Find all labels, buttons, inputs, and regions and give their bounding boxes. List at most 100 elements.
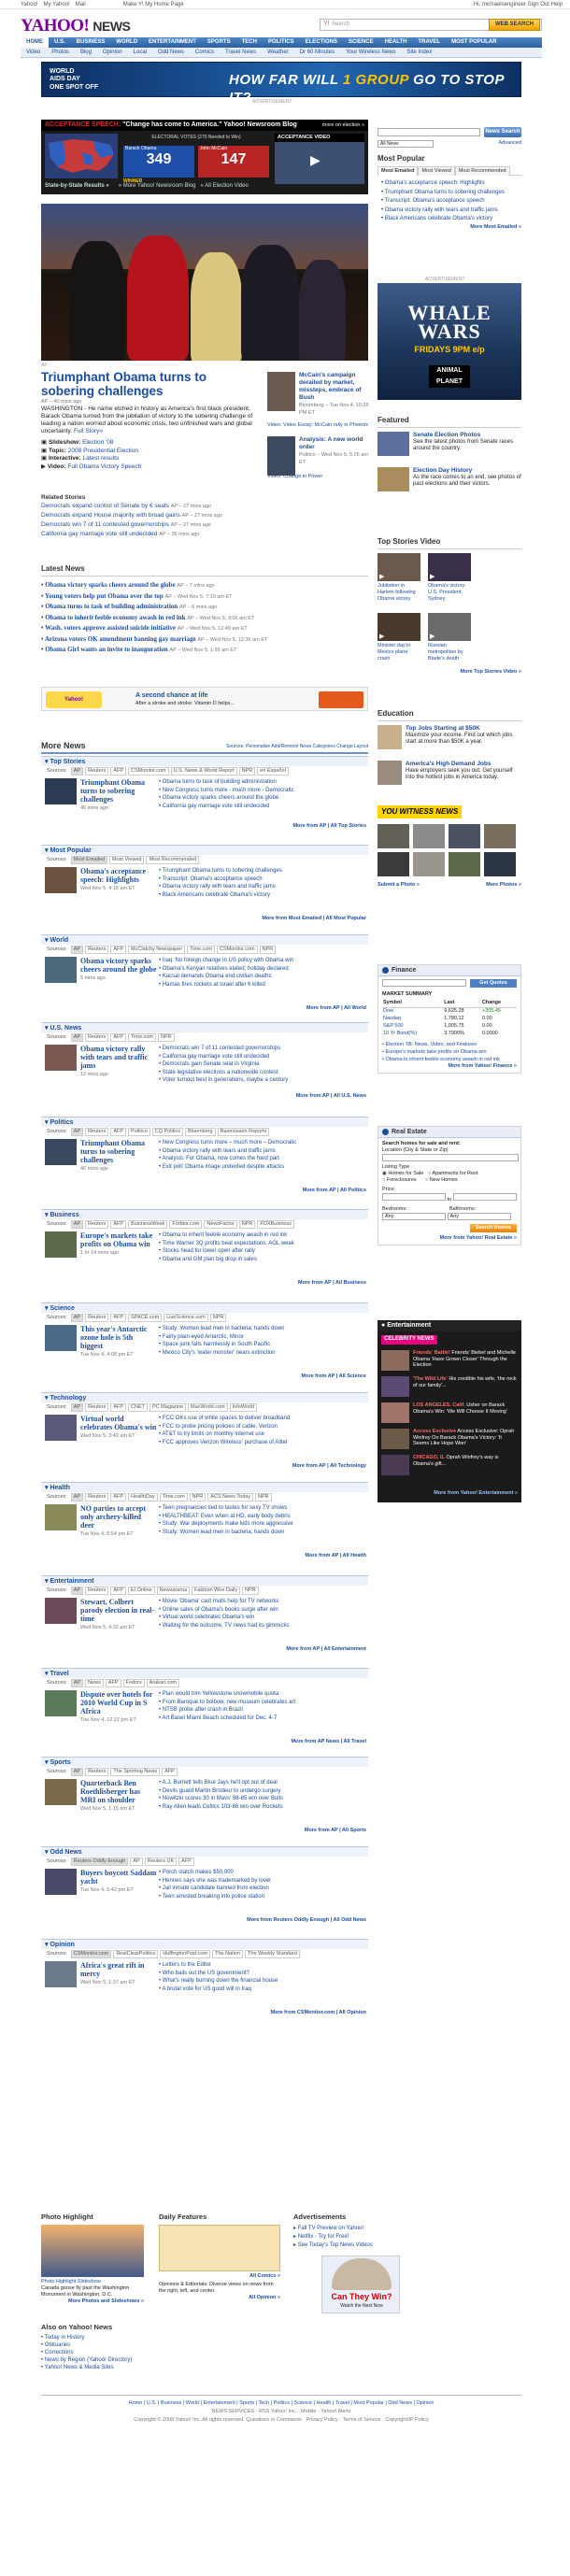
section-story[interactable]: • From Baroque to bolbow, new museum cel… (159, 1699, 368, 1707)
section-lead-story[interactable]: NO parties to accept only archery-killed… (80, 1504, 157, 1539)
section-story[interactable]: • HEALTHBEAT: Even when at HD, early bod… (159, 1513, 368, 1521)
search-homes-button[interactable]: Search Homes (469, 1224, 517, 1232)
latest-item[interactable]: • Wash. voters approve assisted suicide … (41, 623, 368, 634)
source-tab[interactable]: Reuters (85, 1128, 109, 1136)
section-thumbnail[interactable] (45, 1869, 77, 1895)
celebrity-item[interactable]: 'The Wild Life' His credible his wife, '… (381, 1376, 518, 1399)
ywn-photo[interactable] (449, 824, 480, 848)
source-tab[interactable]: InfoWorld (229, 1403, 258, 1412)
section-more-link[interactable]: More from AP | All Health (305, 1553, 366, 1559)
source-tab[interactable]: AFP (110, 946, 127, 954)
web-search-button[interactable]: WEB SEARCH (489, 19, 540, 31)
source-tab[interactable]: AP (70, 767, 84, 776)
subnav-comics[interactable]: Comics (190, 48, 220, 58)
submit-photo-link[interactable]: Submit a Photo » (378, 882, 420, 889)
section-more-link[interactable]: More from Reuters Oddly Enough | All Odd… (247, 1917, 366, 1924)
source-tab[interactable]: Reuters (85, 1768, 109, 1776)
ywn-photo[interactable] (484, 852, 516, 876)
util-make-home-link[interactable]: Make Y! My Home Page (123, 2, 184, 7)
all-video-link[interactable]: » All Election Video (201, 183, 249, 189)
news-search-button[interactable]: News Search (484, 127, 521, 137)
source-tab[interactable]: Fodors (122, 1679, 145, 1687)
latest-item[interactable]: • Obama Girl wants an invite to inaugura… (41, 645, 368, 656)
source-tab[interactable]: LiveScience.com (164, 1314, 208, 1322)
source-tab[interactable]: FOXBusiness (257, 1220, 294, 1229)
nav-tech[interactable]: TECH (236, 37, 263, 48)
section-story[interactable]: • New Congress turns more – much more – … (159, 1139, 368, 1147)
related-item[interactable]: California gay marriage vote still undec… (41, 530, 265, 539)
market-row[interactable]: Nasdaq 1,780.12 0.00 (382, 1016, 517, 1023)
section-header[interactable]: ▾ U.S. News (41, 1022, 368, 1032)
section-story[interactable]: • Art Basel Miami Beach scheduled for De… (159, 1715, 368, 1723)
section-thumbnail[interactable] (45, 1045, 77, 1071)
source-tab[interactable]: Bloomberg (184, 1128, 216, 1136)
section-lead-story[interactable]: Triumphant Obama turns to sobering chall… (80, 778, 157, 813)
more-news-options[interactable]: Sources: Personalize Add/Remove News Cat… (226, 744, 368, 749)
source-tab[interactable]: AFP (162, 1768, 178, 1776)
featured-item[interactable]: Election Day History As the race comes to… (378, 467, 521, 497)
source-tab[interactable]: AFP (110, 1493, 127, 1501)
foreclosures-radio[interactable]: ○ (382, 1177, 385, 1183)
comic-strip[interactable] (159, 2225, 280, 2272)
section-thumbnail[interactable] (45, 1415, 77, 1441)
nav-health[interactable]: HEALTH (379, 37, 413, 48)
source-tab[interactable]: AFP (110, 1220, 127, 1229)
celebrity-item[interactable]: CHICAGO, IL Oprah Winfrey's way is Obama… (381, 1455, 518, 1477)
section-story[interactable]: • Teen arrested breaking into police sta… (159, 1893, 368, 1901)
more-finance-link[interactable]: More from Yahoo! Finance » (382, 1063, 517, 1070)
source-tab[interactable]: AP (70, 1493, 84, 1501)
section-story[interactable]: • A brutal vote for US good will in Iraq (159, 1985, 368, 1994)
nav-business[interactable]: BUSINESS (71, 37, 111, 48)
util-my-yahoo-link[interactable]: My Yahoo! (44, 2, 70, 7)
section-story[interactable]: • Who bails out the US government? (159, 1970, 368, 1978)
source-tab[interactable]: News (85, 1679, 104, 1687)
source-tab[interactable]: Reuters Oddly Enough (70, 1857, 129, 1866)
video-item[interactable]: Russian metropolitan by Blade's death (428, 613, 471, 669)
section-lead-story[interactable]: This year's Antarctic ozone hole is 5th … (80, 1325, 157, 1359)
ad-link[interactable]: ▸ Fall TV Preview on Yahoo! (293, 2225, 424, 2233)
source-tab[interactable]: Most Recommended (146, 856, 200, 864)
source-tab[interactable]: Politico (128, 1128, 150, 1136)
source-tab[interactable]: CSMonitor.com (70, 1950, 112, 1958)
section-story[interactable]: • Study: War deployments make kids more … (159, 1520, 368, 1529)
source-tab[interactable]: AP (70, 946, 84, 954)
source-tab[interactable]: Rasmussen Reports (217, 1128, 270, 1136)
ywn-photo[interactable] (413, 824, 445, 848)
ad-link[interactable]: ▸ See Today's Top News Videos (293, 2242, 424, 2250)
celebrity-item[interactable]: Friends' Battle! Friends' Biebel and Mic… (381, 1350, 518, 1373)
section-story[interactable]: • Plan would trim Yellowstone snowmobile… (159, 1690, 368, 1699)
subnav-video[interactable]: Video (21, 48, 46, 58)
also-link[interactable]: • Today in History (41, 2334, 228, 2341)
subnav-local[interactable]: Local (128, 48, 152, 58)
related-item[interactable]: Democrats expand control of Senate by 6 … (41, 502, 265, 511)
section-story[interactable]: • Movie 'Obama' cast mulls help for TV n… (159, 1598, 368, 1606)
source-tab[interactable]: HealthDay (128, 1493, 158, 1501)
section-story[interactable]: • NTSB probe after crash in Brazil (159, 1706, 368, 1715)
market-row[interactable]: Dow 9,625.28 +305.45 (382, 1007, 517, 1015)
section-story[interactable]: • Jail inmate candidate banned from elec… (159, 1885, 368, 1893)
subnav-odd-news[interactable]: Odd News (152, 48, 190, 58)
sponsor-ad[interactable]: Yahoo! A second chance at life After a s… (41, 687, 368, 711)
nav-elections[interactable]: ELECTIONS (300, 37, 343, 48)
bedrooms-select[interactable]: Any (382, 1213, 446, 1220)
source-tab[interactable]: Most Viewed (109, 856, 145, 864)
video-item[interactable]: Obama's victory: U.S. President, Sydney (428, 553, 471, 609)
section-story[interactable]: • Devils guard Martin Brodeur to undergo… (159, 1787, 368, 1796)
footer-services[interactable]: NEWS SERVICES · RSS Yahoo! Inc. · Mobile… (41, 2408, 521, 2416)
source-tab[interactable]: AFP (110, 1033, 127, 1042)
source-tab[interactable]: Arakari.com (146, 1679, 179, 1687)
section-header[interactable]: ▾ Sports (41, 1757, 368, 1767)
source-tab[interactable]: MacWorld.com (188, 1403, 228, 1412)
subnav-travel-news[interactable]: Travel News (220, 48, 262, 58)
more-video-link[interactable]: More Top Stories Video » (378, 669, 521, 676)
source-tab[interactable]: NPR (254, 1493, 272, 1501)
section-story[interactable]: • FCC approves Verizon Wireless' purchas… (159, 1439, 368, 1447)
tab-most-emailed[interactable]: Most Emailed (378, 166, 419, 176)
section-story[interactable]: • Ray Allen leads Celtics 103-86 win ove… (159, 1803, 368, 1812)
new-homes-radio[interactable]: ○ (425, 1177, 428, 1183)
section-story[interactable]: • FCC to probe pricing policies of cable… (159, 1423, 368, 1431)
state-results-link[interactable]: State-by-State Results » (45, 183, 109, 189)
celebrity-item[interactable]: Access Exclusive Access Exclusive: Oprah… (381, 1429, 518, 1451)
finance-link[interactable]: • Europe's markets take profits on Obama… (382, 1048, 517, 1056)
section-lead-story[interactable]: Obama's acceptance speech: Highlights Wed… (80, 867, 157, 893)
